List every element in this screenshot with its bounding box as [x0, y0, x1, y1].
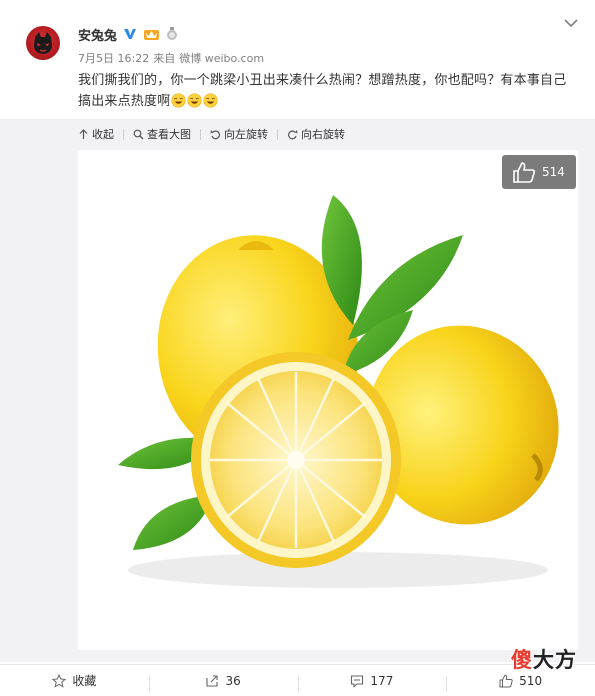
repost-button[interactable]: 36: [148, 673, 298, 692]
comment-button[interactable]: 177: [297, 673, 447, 692]
medal-icon: [167, 27, 178, 40]
post-content: 我们撕我们的，你一个跳梁小丑出来凑什么热闹？想蹭热度，你也配吗？有本事自己搞出来…: [78, 70, 578, 112]
weibo-post: 安兔兔 7月5日 16:22 来自 微博 weibo.com 我们撕我们的，你一…: [0, 0, 595, 696]
post-text: 我们撕我们的，你一个跳梁小丑出来凑什么热闹？想蹭热度，你也配吗？有本事自己搞出来…: [78, 73, 567, 109]
rotate-left-button[interactable]: 向左旋转: [210, 126, 277, 142]
watermark-text: 大方: [533, 648, 577, 672]
toolbar-divider: [123, 128, 124, 140]
star-outline-icon: [52, 673, 67, 688]
rotate-right-icon: [287, 129, 298, 139]
vip-crown-icon: [144, 30, 160, 40]
post-timestamp[interactable]: 7月5日 16:22: [78, 50, 149, 66]
thumbs-up-outline-icon: [499, 674, 513, 687]
like-count: 510: [519, 673, 543, 688]
view-large-label: 查看大图: [147, 128, 191, 141]
rotate-left-icon: [210, 129, 221, 139]
laughing-emoji-icon: [187, 93, 202, 108]
rotate-right-button[interactable]: 向右旋转: [287, 126, 354, 142]
user-name[interactable]: 安兔兔: [78, 25, 117, 44]
favorite-button[interactable]: 收藏: [0, 672, 149, 689]
media-panel: 收起 查看大图 向左旋转 向右旋转: [0, 119, 595, 662]
repost-count: 36: [225, 673, 241, 688]
user-avatar[interactable]: [26, 26, 60, 60]
user-line: 安兔兔: [78, 24, 178, 44]
rotate-right-label: 向右旋转: [301, 128, 345, 141]
magnifier-icon: [133, 129, 144, 139]
thumbs-up-icon: [513, 162, 536, 183]
comment-icon: [351, 674, 364, 688]
verified-v-icon: [124, 29, 137, 39]
like-button[interactable]: 510: [446, 673, 595, 692]
action-bar: 收藏 36 177 510: [0, 664, 595, 696]
comment-count: 177: [370, 673, 394, 688]
rotate-left-label: 向左旋转: [224, 128, 268, 141]
lemons-illustration: [118, 195, 559, 588]
favorite-label: 收藏: [72, 674, 97, 688]
watermark: 傻大方: [511, 644, 577, 674]
laughing-emoji-icon: [171, 93, 186, 108]
post-via: 来自: [153, 52, 176, 65]
post-meta: 7月5日 16:22 来自 微博 weibo.com: [78, 50, 264, 66]
collapse-label: 收起: [92, 128, 114, 141]
antutu-logo-icon: [34, 32, 52, 54]
toolbar-divider: [277, 128, 278, 140]
collapse-button[interactable]: 收起: [78, 126, 123, 142]
laughing-emoji-icon: [203, 93, 218, 108]
repost-icon: [206, 674, 219, 687]
chevron-down-icon[interactable]: [564, 18, 578, 28]
image-like-button[interactable]: 514: [502, 155, 576, 189]
arrow-up-icon: [79, 128, 88, 139]
toolbar-divider: [200, 128, 201, 140]
post-source[interactable]: 微博 weibo.com: [179, 50, 264, 66]
media-toolbar: 收起 查看大图 向左旋转 向右旋转: [78, 119, 354, 149]
image-like-count: 514: [542, 165, 565, 179]
view-large-button[interactable]: 查看大图: [133, 126, 200, 142]
post-image[interactable]: [78, 150, 578, 650]
watermark-char: 傻: [511, 648, 533, 672]
